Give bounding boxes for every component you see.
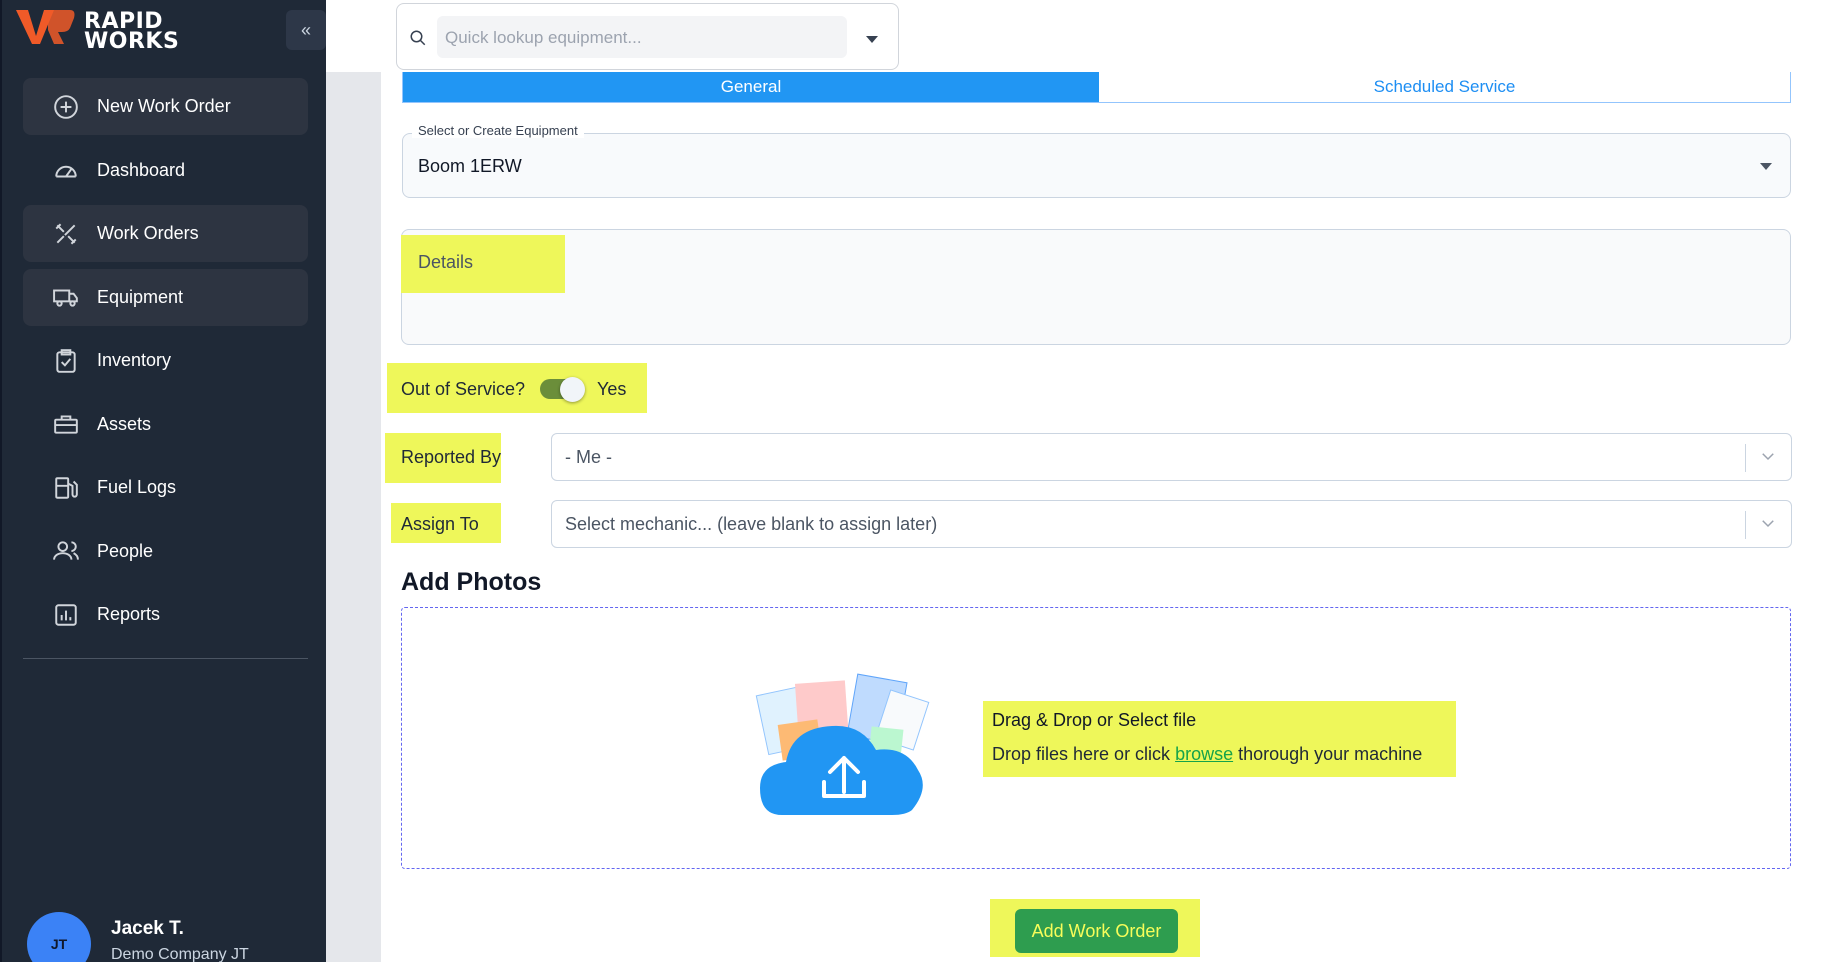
browse-link[interactable]: browse [1175,744,1233,764]
equipment-select-value[interactable]: Boom 1ERW [418,156,522,177]
tab-scheduled-service[interactable]: Scheduled Service [1099,72,1790,102]
sidebar-item-label: People [97,540,154,561]
truck-icon [53,284,79,310]
people-icon [53,538,79,564]
cloud-upload-illustration [755,673,930,815]
assign-to-select[interactable]: Select mechanic... (leave blank to assig… [551,500,1792,548]
drop-subtitle-text: Drop files here or click [992,744,1176,764]
sidebar-item-label: Fuel Logs [97,477,177,497]
sidebar-item-reports[interactable]: Reports [23,586,308,643]
logo-text: RAPID WORKS [84,9,180,54]
sidebar-item-work-orders[interactable]: Work Orders [23,205,308,262]
sidebar-item-label: New Work Order [97,96,231,116]
tab-general[interactable]: General [403,72,1099,102]
toggle-knob[interactable] [560,377,585,402]
drop-subtitle-text: thorough your machine [1233,744,1423,764]
sidebar-item-label: Equipment [97,286,184,307]
sidebar-item-assets[interactable]: Assets [23,396,308,453]
out-of-service-value: Yes [597,379,627,399]
toolbox-icon [53,411,79,437]
clipboard-check-icon [53,348,79,374]
reported-by-label: Reported By [401,447,502,467]
bar-chart-icon [53,602,79,628]
sidebar-item-fuel-logs[interactable]: Fuel Logs [23,459,308,516]
sidebar-item-dashboard[interactable]: Dashboard [23,142,308,199]
chevron-down-icon[interactable] [1759,514,1777,532]
add-photos-title: Add Photos [401,568,542,596]
sidebar-nav: New Work Order Dashboard Work Orders Equ… [23,78,308,650]
equipment-select-label: Select or Create Equipment [412,123,584,138]
search-icon [409,29,427,47]
chevron-down-icon[interactable] [1759,447,1777,465]
sidebar-item-label: Assets [97,413,152,434]
collapse-sidebar-button[interactable]: « [286,10,326,50]
quick-lookup-input[interactable]: Quick lookup equipment... [437,16,847,58]
details-textarea[interactable] [401,229,1791,345]
gauge-icon [53,157,79,183]
select-separator [1745,511,1746,539]
equipment-select[interactable] [402,133,1791,198]
reported-by-value: - Me - [565,447,612,467]
out-of-service-label: Out of Service? [401,379,526,399]
quick-lookup[interactable]: Quick lookup equipment... [396,3,899,70]
rapid-works-logo-mark [16,10,75,44]
user-company: Demo Company JT [111,946,249,962]
sidebar-item-equipment[interactable]: Equipment [23,268,308,326]
tools-icon [53,221,79,247]
drop-title: Drag & Drop or Select file [992,710,1197,730]
rapid-works-logo[interactable]: RAPID WORKS [14,6,179,53]
details-placeholder: Details [418,252,474,272]
avatar[interactable]: JT [27,912,91,962]
sidebar-item-label: Dashboard [97,159,186,180]
sidebar-item-people[interactable]: People [23,523,308,580]
reported-by-select[interactable]: - Me - [551,433,1792,481]
sidebar-item-label: Work Orders [97,223,199,243]
drop-subtitle: Drop files here or click browse thorough… [992,744,1422,765]
add-work-order-button[interactable]: Add Work Order [1015,909,1178,953]
sidebar-item-label: Inventory [97,350,172,370]
sidebar-item-new-work-order[interactable]: New Work Order [23,78,308,135]
caret-down-icon[interactable] [1760,163,1772,170]
form-tabs: General Scheduled Service [402,72,1791,103]
plus-circle-icon [53,94,79,120]
caret-down-icon[interactable] [866,36,878,43]
double-chevron-left-icon: « [300,19,311,40]
assign-to-label: Assign To [401,514,479,534]
sidebar-item-label: Reports [97,604,161,624]
sidebar-item-inventory[interactable]: Inventory [23,332,308,389]
content-gutter [326,0,381,962]
sidebar: RAPID WORKS « New Work Order Dashboard W… [0,0,326,962]
fuel-pump-icon [53,475,79,501]
sidebar-divider [23,658,308,659]
assign-to-placeholder: Select mechanic... (leave blank to assig… [565,514,938,534]
user-name: Jacek T. [111,918,184,939]
select-separator [1745,444,1746,472]
